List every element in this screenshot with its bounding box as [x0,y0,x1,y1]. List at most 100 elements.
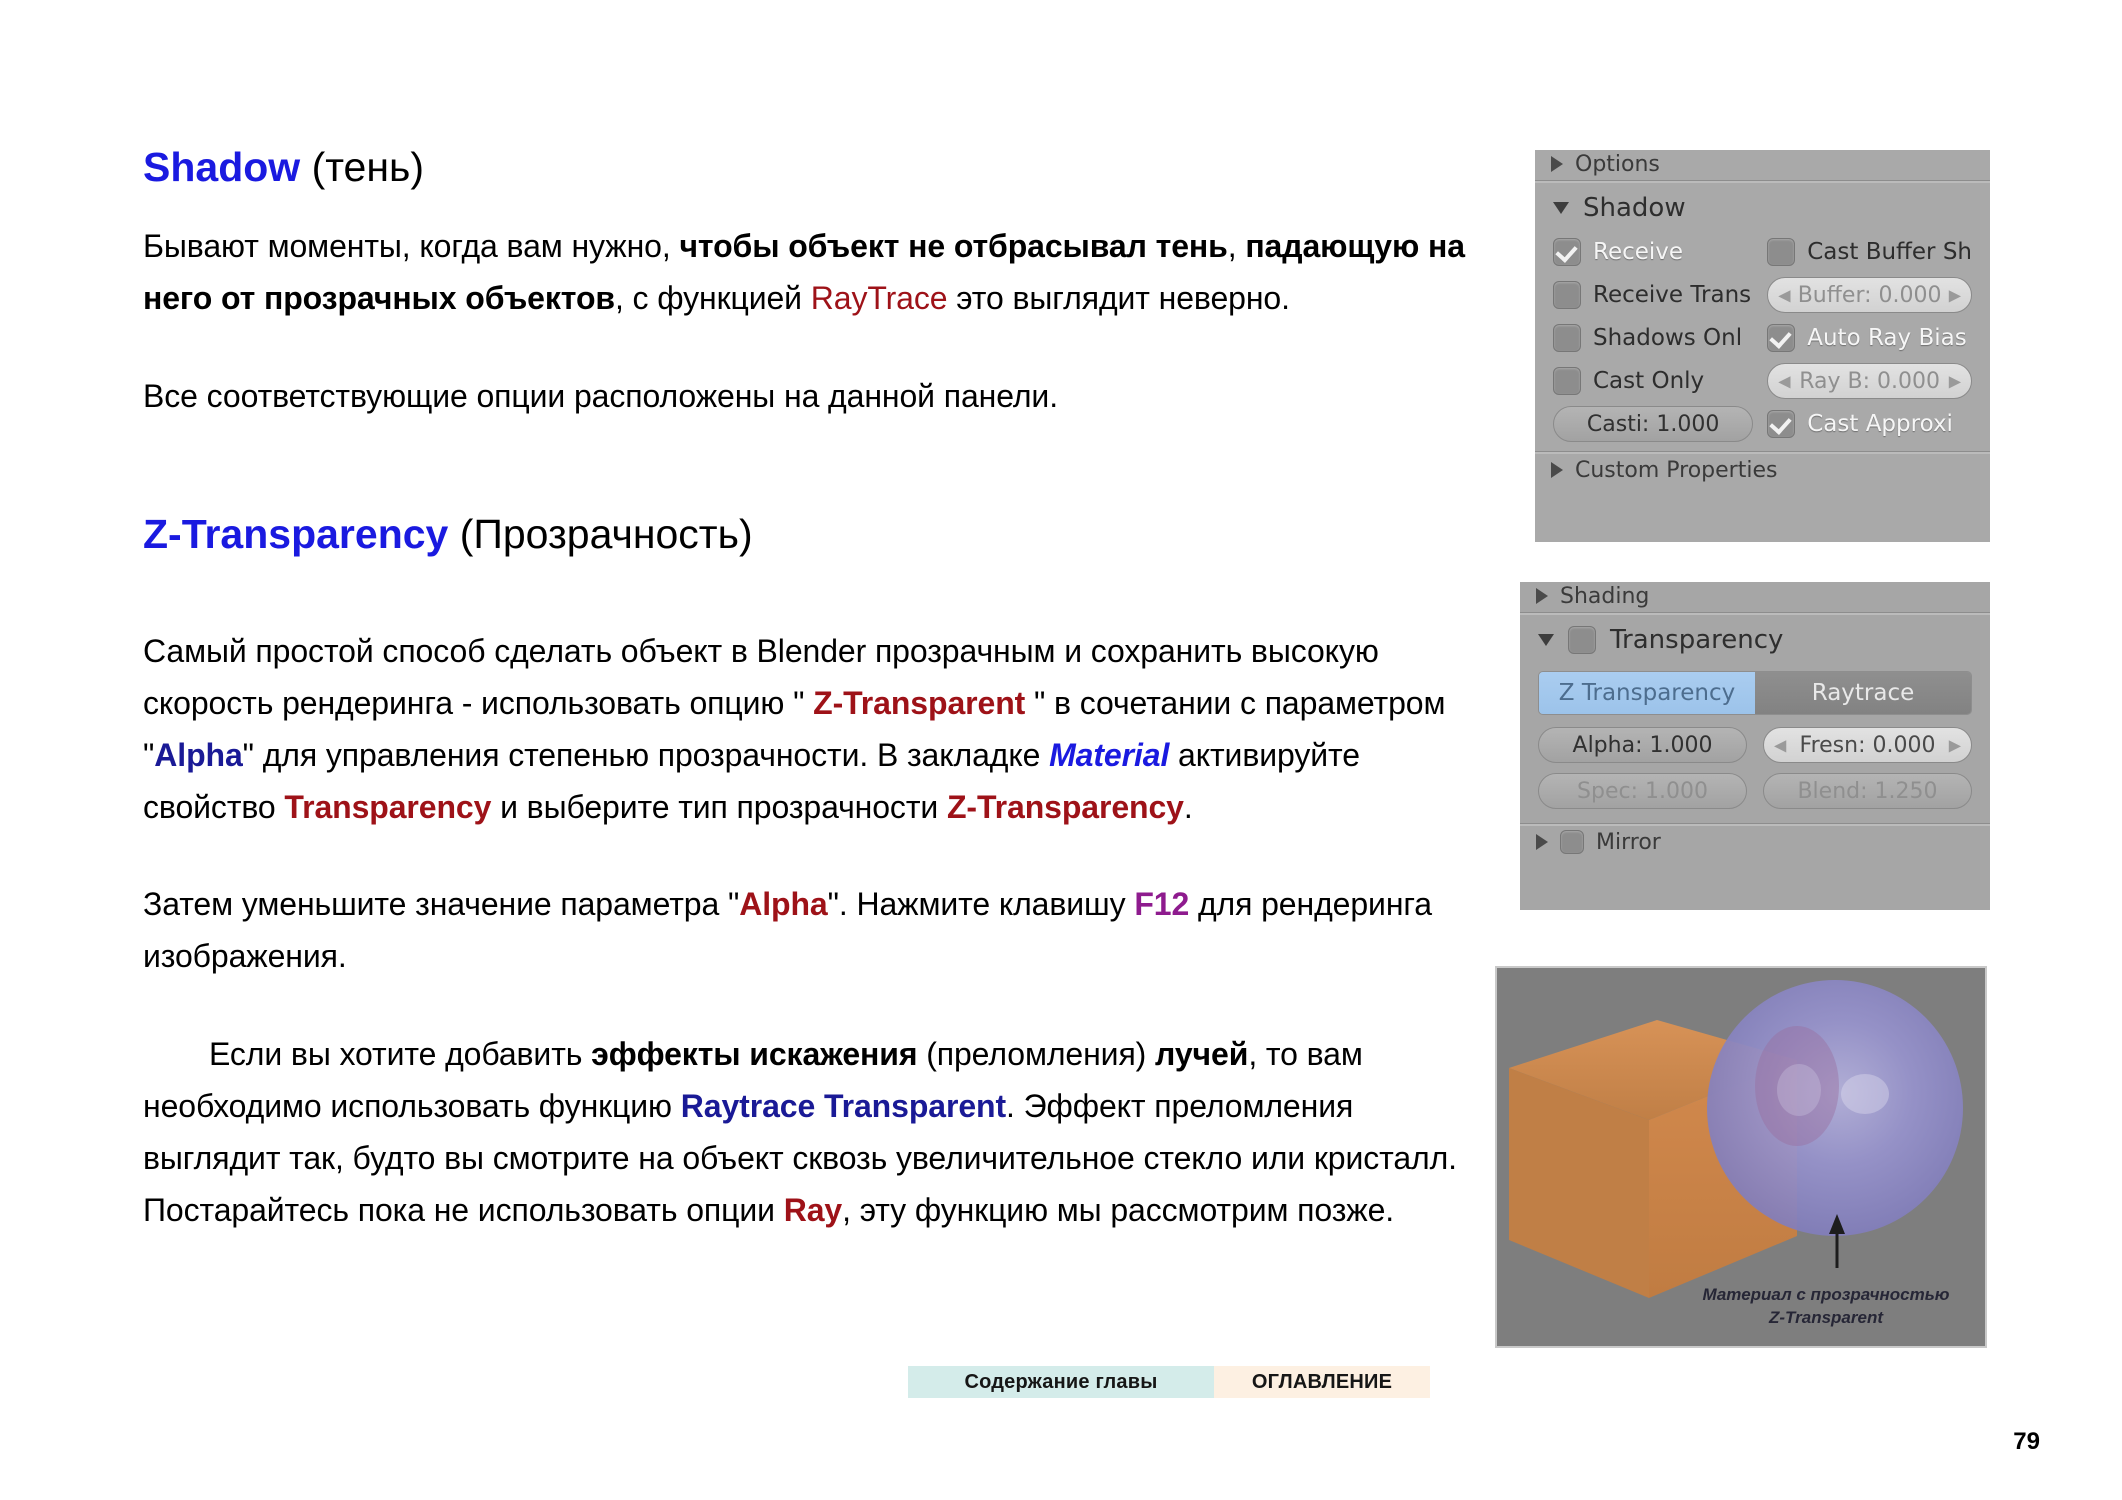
render-caption: Материал с прозрачностью Z-Transparent [1681,1284,1971,1330]
text-run-purple: F12 [1134,886,1190,923]
panel-header-shadow[interactable]: Shadow [1535,185,1990,229]
text-run-bold: лучей [1155,1036,1249,1073]
divider [1520,612,1990,615]
table-of-contents-button[interactable]: ОГЛАВЛЕНИЕ [1214,1366,1430,1398]
text-run-redb: Z-Transparent [813,685,1026,721]
panel-header-custom-properties-label: Custom Properties [1575,457,1778,483]
checkbox-icon-unchecked[interactable] [1553,281,1581,309]
panel-header-transparency-label: Transparency [1610,625,1784,655]
field-casti-value: Casti: 1.000 [1586,411,1720,437]
checkbox-cast-only[interactable]: Cast Only [1553,364,1753,398]
field-buffer-row: ◀ Buffer: 0.000 ▶ [1767,277,1972,313]
paragraph-shadow-2: Все соответствующие опции расположены на… [143,371,1473,423]
checkbox-icon-unchecked[interactable] [1553,324,1581,352]
text-run-blue-i: Material [1049,736,1170,773]
checkbox-icon-unchecked[interactable] [1767,238,1796,266]
field-casti-row: Casti: 1.000 [1553,406,1754,442]
heading-term-ztransparency: Z-Transparency [143,510,449,557]
text-run-navy: Alpha [154,736,243,773]
panel-header-shading-label: Shading [1560,583,1650,609]
checkbox-icon-checked[interactable] [1767,324,1796,352]
text-run-plain: и выберите тип прозрачности [491,788,947,825]
checkbox-mirror-enable[interactable] [1560,830,1584,854]
segment-z-transparency[interactable]: Z Transparency [1539,672,1755,714]
panel-header-options-label: Options [1575,151,1660,177]
panel-header-shadow-label: Shadow [1583,193,1686,223]
field-blend[interactable]: Blend: 1.250 [1763,773,1972,809]
panel-header-custom-properties[interactable]: Custom Properties [1535,456,1990,484]
text-run-redb: Transparency [284,788,492,825]
text-run-plain: Все соответствующие опции расположены на… [143,378,1059,414]
chevron-down-icon [1538,634,1554,646]
article-text-column: Shadow (тень) Бывают моменты, когда вам … [143,140,1473,1256]
heading-translation-shadow: (тень) [300,144,425,190]
paragraph-ztransparency-1: Самый простой способ сделать объект в Bl… [143,626,1473,833]
heading-term-shadow: Shadow [143,144,301,190]
chevron-left-icon[interactable]: ◀ [1774,736,1786,755]
checkbox-shadows-onl[interactable]: Shadows Onl [1553,321,1753,355]
text-run-plain: Затем уменьшите значение параметра " [143,886,740,923]
checkbox-transparency-enable[interactable] [1568,626,1596,654]
chevron-right-icon[interactable]: ▶ [1949,372,1961,391]
chevron-right-icon[interactable]: ▶ [1949,736,1961,755]
field-spec[interactable]: Spec: 1.000 [1538,773,1747,809]
chevron-right-icon [1536,834,1548,850]
checkbox-receive-trans[interactable]: Receive Trans [1553,278,1753,312]
field-fresnel[interactable]: ◀ Fresn: 0.000 ▶ [1763,727,1972,763]
chapter-contents-button[interactable]: Содержание главы [908,1366,1214,1398]
field-ray-b[interactable]: ◀ Ray B: 0.000 ▶ [1767,363,1972,399]
divider [1535,180,1990,183]
checkbox-cast-approxi-label: Cast Approxi [1807,411,1953,437]
panel-header-options[interactable]: Options [1535,150,1990,178]
checkbox-icon-checked[interactable] [1767,410,1796,438]
panel-header-mirror[interactable]: Mirror [1520,828,1990,856]
panel-header-mirror-label: Mirror [1596,829,1661,855]
chevron-left-icon[interactable]: ◀ [1778,372,1790,391]
text-run-redb: Alpha [739,886,828,923]
text-run-redb: Ray [783,1191,843,1228]
field-alpha[interactable]: Alpha: 1.000 [1538,727,1747,763]
render-preview-image: Материал с прозрачностью Z-Transparent [1495,966,1987,1348]
text-run-plain: " для управления степенью прозрачности. … [242,736,1050,773]
field-fresnel-value: Fresn: 0.000 [1799,732,1936,758]
text-run-redb: Z-Transparency [946,788,1184,825]
field-buffer[interactable]: ◀ Buffer: 0.000 ▶ [1767,277,1972,313]
text-run-navy: Raytrace Transparent [680,1087,1007,1124]
footer-navigation: Содержание главы ОГЛАВЛЕНИЕ [908,1366,1430,1398]
field-alpha-value: Alpha: 1.000 [1572,732,1713,758]
text-run-plain: . [1183,788,1193,825]
blender-transparency-panel: Shading Transparency Z Transparency Rayt… [1520,582,1990,910]
checkbox-cast-buffer-sh[interactable]: Cast Buffer Sh [1767,235,1972,269]
checkbox-cast-approxi[interactable]: Cast Approxi [1767,407,1972,441]
checkbox-cast-only-label: Cast Only [1593,368,1705,394]
checkbox-cast-buffer-sh-label: Cast Buffer Sh [1807,239,1972,265]
table-of-contents-label: ОГЛАВЛЕНИЕ [1251,1370,1393,1393]
segment-raytrace-label: Raytrace [1811,680,1915,706]
transparency-fields-grid: Alpha: 1.000 ◀ Fresn: 0.000 ▶ Spec: 1.00… [1520,727,1990,809]
chevron-down-icon [1553,202,1569,214]
chevron-left-icon[interactable]: ◀ [1778,286,1790,305]
text-run-bold: чтобы объект не отбрасывал тень [679,228,1228,265]
checkbox-auto-ray-bias[interactable]: Auto Ray Bias [1767,321,1972,355]
checkbox-receive[interactable]: Receive [1553,235,1753,269]
text-run-plain: Бывают моменты, когда вам нужно, [143,228,680,265]
field-ray-b-value: Ray B: 0.000 [1799,368,1940,394]
checkbox-icon-checked[interactable] [1553,238,1581,266]
panel-header-shading[interactable]: Shading [1520,582,1990,610]
field-casti[interactable]: Casti: 1.000 [1553,406,1754,442]
render-caption-line2: Z-Transparent [1769,1308,1883,1328]
checkbox-icon-unchecked[interactable] [1553,367,1581,395]
chevron-right-icon [1551,156,1563,172]
paragraph-ztransparency-3: Если вы хотите добавить эффекты искажени… [143,1029,1473,1236]
divider [1535,451,1990,454]
segment-raytrace[interactable]: Raytrace [1755,672,1971,714]
segment-z-transparency-label: Z Transparency [1558,680,1736,706]
chevron-right-icon [1536,588,1548,604]
blender-shadow-panel: Options Shadow Receive Cast Buffer Sh Re… [1535,150,1990,542]
checkbox-auto-ray-bias-label: Auto Ray Bias [1807,325,1967,351]
panel-header-transparency[interactable]: Transparency [1520,617,1990,661]
chevron-right-icon[interactable]: ▶ [1949,286,1961,305]
